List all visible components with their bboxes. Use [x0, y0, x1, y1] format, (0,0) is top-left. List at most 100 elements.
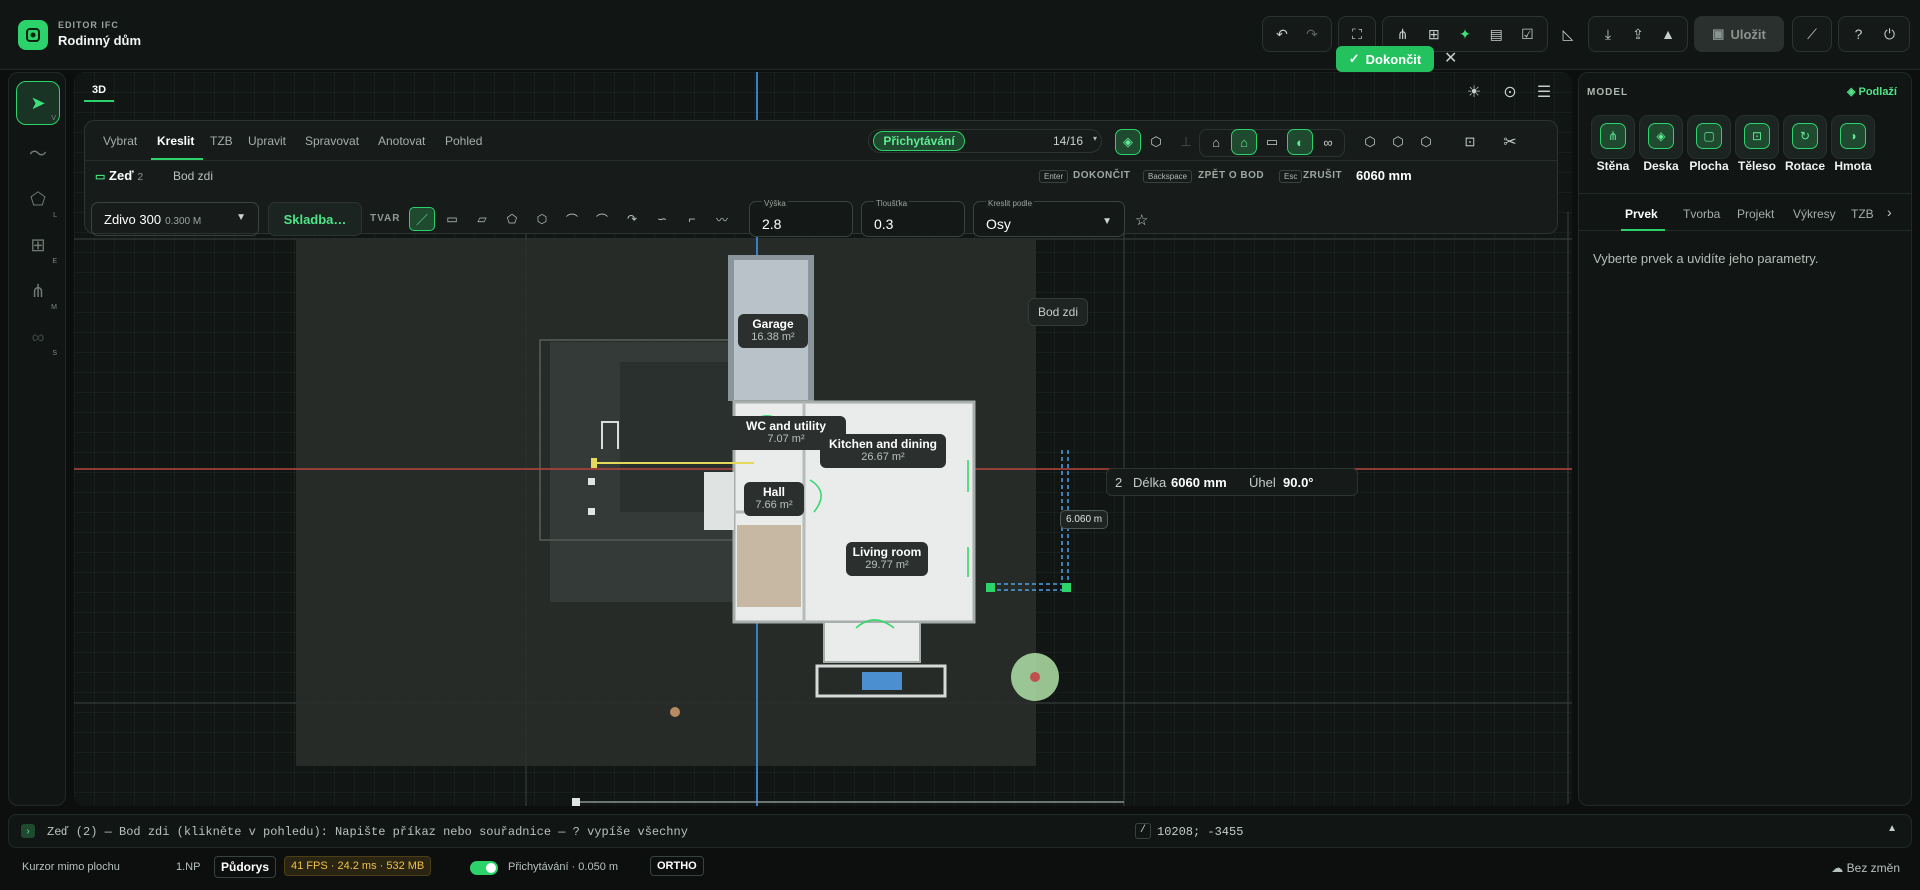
- arc-center-shape-icon[interactable]: ⌒: [589, 207, 615, 231]
- tab-project[interactable]: Projekt: [1737, 207, 1774, 221]
- line-shape-icon[interactable]: ／: [409, 207, 435, 231]
- menu-manage[interactable]: Spravovat: [305, 134, 359, 148]
- fullscreen-icon[interactable]: ⛶: [1343, 20, 1371, 48]
- dimension-label: 6.060 m: [1060, 510, 1109, 529]
- tab-3d[interactable]: 3D: [84, 80, 115, 102]
- height-value: 2.8: [762, 216, 782, 232]
- glasses-icon[interactable]: ∞: [1315, 129, 1341, 155]
- pentagon-icon[interactable]: ⬠ L: [16, 177, 60, 221]
- room-label-living[interactable]: Living room 29.77 m²: [846, 542, 928, 576]
- hexagon-shape-icon[interactable]: ⬡: [529, 207, 555, 231]
- add-element-icon[interactable]: ⊞ E: [16, 223, 60, 267]
- wall-type-select[interactable]: Zdivo 300 0.300 M ▼: [91, 202, 259, 236]
- menu-edit[interactable]: Upravit: [248, 134, 286, 148]
- panel-toggle-icon[interactable]: ☰: [1530, 80, 1558, 104]
- curve-shape-icon[interactable]: ↷: [619, 207, 645, 231]
- checklist-icon[interactable]: ☑: [1512, 20, 1543, 48]
- frame-icon[interactable]: ⊡: [1457, 129, 1483, 155]
- box-icon[interactable]: ⬡: [1357, 129, 1383, 155]
- tab-drawings[interactable]: Výkresy: [1793, 207, 1836, 221]
- layers-button[interactable]: Skladba…: [268, 202, 362, 236]
- star-icon[interactable]: ☆: [1135, 211, 1148, 229]
- download-icon[interactable]: ⤓: [1593, 20, 1623, 48]
- terrain-icon[interactable]: ▲: [1653, 20, 1683, 48]
- snap-switch[interactable]: [470, 861, 498, 875]
- chevron-up-icon[interactable]: ▲: [1887, 823, 1897, 834]
- ortho-toggle[interactable]: ORTHO: [650, 856, 704, 876]
- tool-revolve[interactable]: ↻: [1783, 115, 1827, 159]
- finish-button[interactable]: ✓ Dokončit: [1336, 46, 1434, 72]
- thickness-field[interactable]: Tloušťka 0.3: [861, 199, 965, 237]
- save-status: ☁ Bez změn: [1831, 861, 1900, 875]
- tool-solid[interactable]: ⊡: [1735, 115, 1779, 159]
- parallelogram-shape-icon[interactable]: ▱: [469, 207, 495, 231]
- tool-mass[interactable]: ◑: [1831, 115, 1875, 159]
- sun-icon[interactable]: ☀: [1460, 80, 1488, 104]
- hierarchy-icon[interactable]: ⊞: [1418, 20, 1449, 48]
- redo-icon[interactable]: ↷: [1297, 20, 1327, 48]
- height-field[interactable]: Výška 2.8: [749, 199, 853, 237]
- export-icon[interactable]: ⇪: [1623, 20, 1653, 48]
- help-icon[interactable]: ?: [1843, 20, 1874, 48]
- tool-area[interactable]: ▢: [1687, 115, 1731, 159]
- layer-plan-icon[interactable]: ◈: [1115, 129, 1141, 155]
- home-icon[interactable]: ⌂: [1203, 129, 1229, 155]
- menu-draw[interactable]: Kreslit: [157, 134, 194, 148]
- menu-annotate[interactable]: Anotovat: [378, 134, 425, 148]
- room-label-garage[interactable]: Garage 16.38 m²: [738, 314, 808, 348]
- room-label-hall[interactable]: Hall 7.66 m²: [744, 482, 804, 516]
- tab-element[interactable]: Prvek: [1625, 207, 1658, 221]
- arc-shape-icon[interactable]: ⌒: [559, 207, 585, 231]
- sparkle-icon[interactable]: ✦: [1449, 20, 1480, 48]
- tab-hvac[interactable]: TZB: [1851, 207, 1874, 221]
- room-name: Hall: [762, 485, 785, 499]
- room-label-kitchen[interactable]: Kitchen and dining 26.67 m²: [820, 434, 946, 468]
- trend-line-icon[interactable]: 〜: [16, 131, 60, 175]
- trend-icon[interactable]: ⟋: [1797, 20, 1827, 48]
- pentagon-shape-icon[interactable]: ⬠: [499, 207, 525, 231]
- chevron-right-icon[interactable]: ›: [21, 824, 35, 838]
- share-icon[interactable]: ⋔: [1387, 20, 1418, 48]
- level-button[interactable]: ◈ Podlaží: [1847, 85, 1897, 98]
- id-card-icon[interactable]: ▤: [1481, 20, 1512, 48]
- measure-icon[interactable]: ◺: [1558, 20, 1578, 48]
- scissors-icon[interactable]: ✂: [1497, 129, 1523, 155]
- undo-icon[interactable]: ↶: [1267, 20, 1297, 48]
- rectangle-shape-icon[interactable]: ▭: [439, 207, 465, 231]
- draw-by-select[interactable]: Kreslit podle Osy ▼: [973, 199, 1125, 237]
- wall-point-tooltip: Bod zdi: [1028, 298, 1089, 326]
- menu-select[interactable]: Vybrat: [103, 134, 137, 148]
- chevron-right-icon[interactable]: ›: [1887, 204, 1892, 220]
- contrast-icon[interactable]: ◐: [1287, 129, 1313, 155]
- command-console[interactable]: › Zeď (2) — Bod zdi (klikněte v pohledu)…: [8, 814, 1912, 848]
- close-icon[interactable]: ✕: [1444, 48, 1457, 68]
- snap-toggle[interactable]: Přichytávání: [873, 131, 965, 151]
- video-icon[interactable]: ▭: [1259, 129, 1285, 155]
- house-active-icon[interactable]: ⌂: [1231, 129, 1257, 155]
- save-button[interactable]: ▣ Uložit: [1694, 16, 1784, 52]
- fillet-shape-icon[interactable]: ⌐: [679, 207, 705, 231]
- save-label: Uložit: [1730, 26, 1766, 42]
- chevron-down-icon[interactable]: ▾: [1093, 134, 1097, 143]
- power-icon[interactable]: ⏻: [1874, 20, 1905, 48]
- view-status[interactable]: Půdorys: [214, 856, 277, 878]
- level-status[interactable]: 1.NP: [176, 861, 200, 873]
- link-icon[interactable]: ∞ S: [16, 315, 60, 359]
- spline-shape-icon[interactable]: ∽: [649, 207, 675, 231]
- freeform-shape-icon[interactable]: 〰: [709, 207, 735, 231]
- cube-scan-icon[interactable]: [18, 20, 48, 50]
- menu-view[interactable]: Pohled: [445, 134, 482, 148]
- tool-wall[interactable]: ⋔: [1591, 115, 1635, 159]
- box-filled-icon[interactable]: ⬡: [1413, 129, 1439, 155]
- menu-hvac[interactable]: TZB: [210, 134, 233, 148]
- cube-icon[interactable]: ⬡: [1143, 129, 1169, 155]
- console-prompt[interactable]: Zeď (2) — Bod zdi (klikněte v pohledu): …: [47, 825, 688, 839]
- box-outline-icon[interactable]: ⬡: [1385, 129, 1411, 155]
- stamp-icon[interactable]: ⊥: [1173, 129, 1199, 155]
- tab-creation[interactable]: Tvorba: [1683, 207, 1720, 221]
- history-group: ↶ ↷: [1262, 16, 1332, 52]
- tool-slab[interactable]: ◈: [1639, 115, 1683, 159]
- focus-icon[interactable]: ⊙: [1496, 80, 1524, 104]
- navigation-arrow-icon[interactable]: ➤ V: [16, 81, 60, 125]
- share-nodes-icon[interactable]: ⋔ M: [16, 269, 60, 313]
